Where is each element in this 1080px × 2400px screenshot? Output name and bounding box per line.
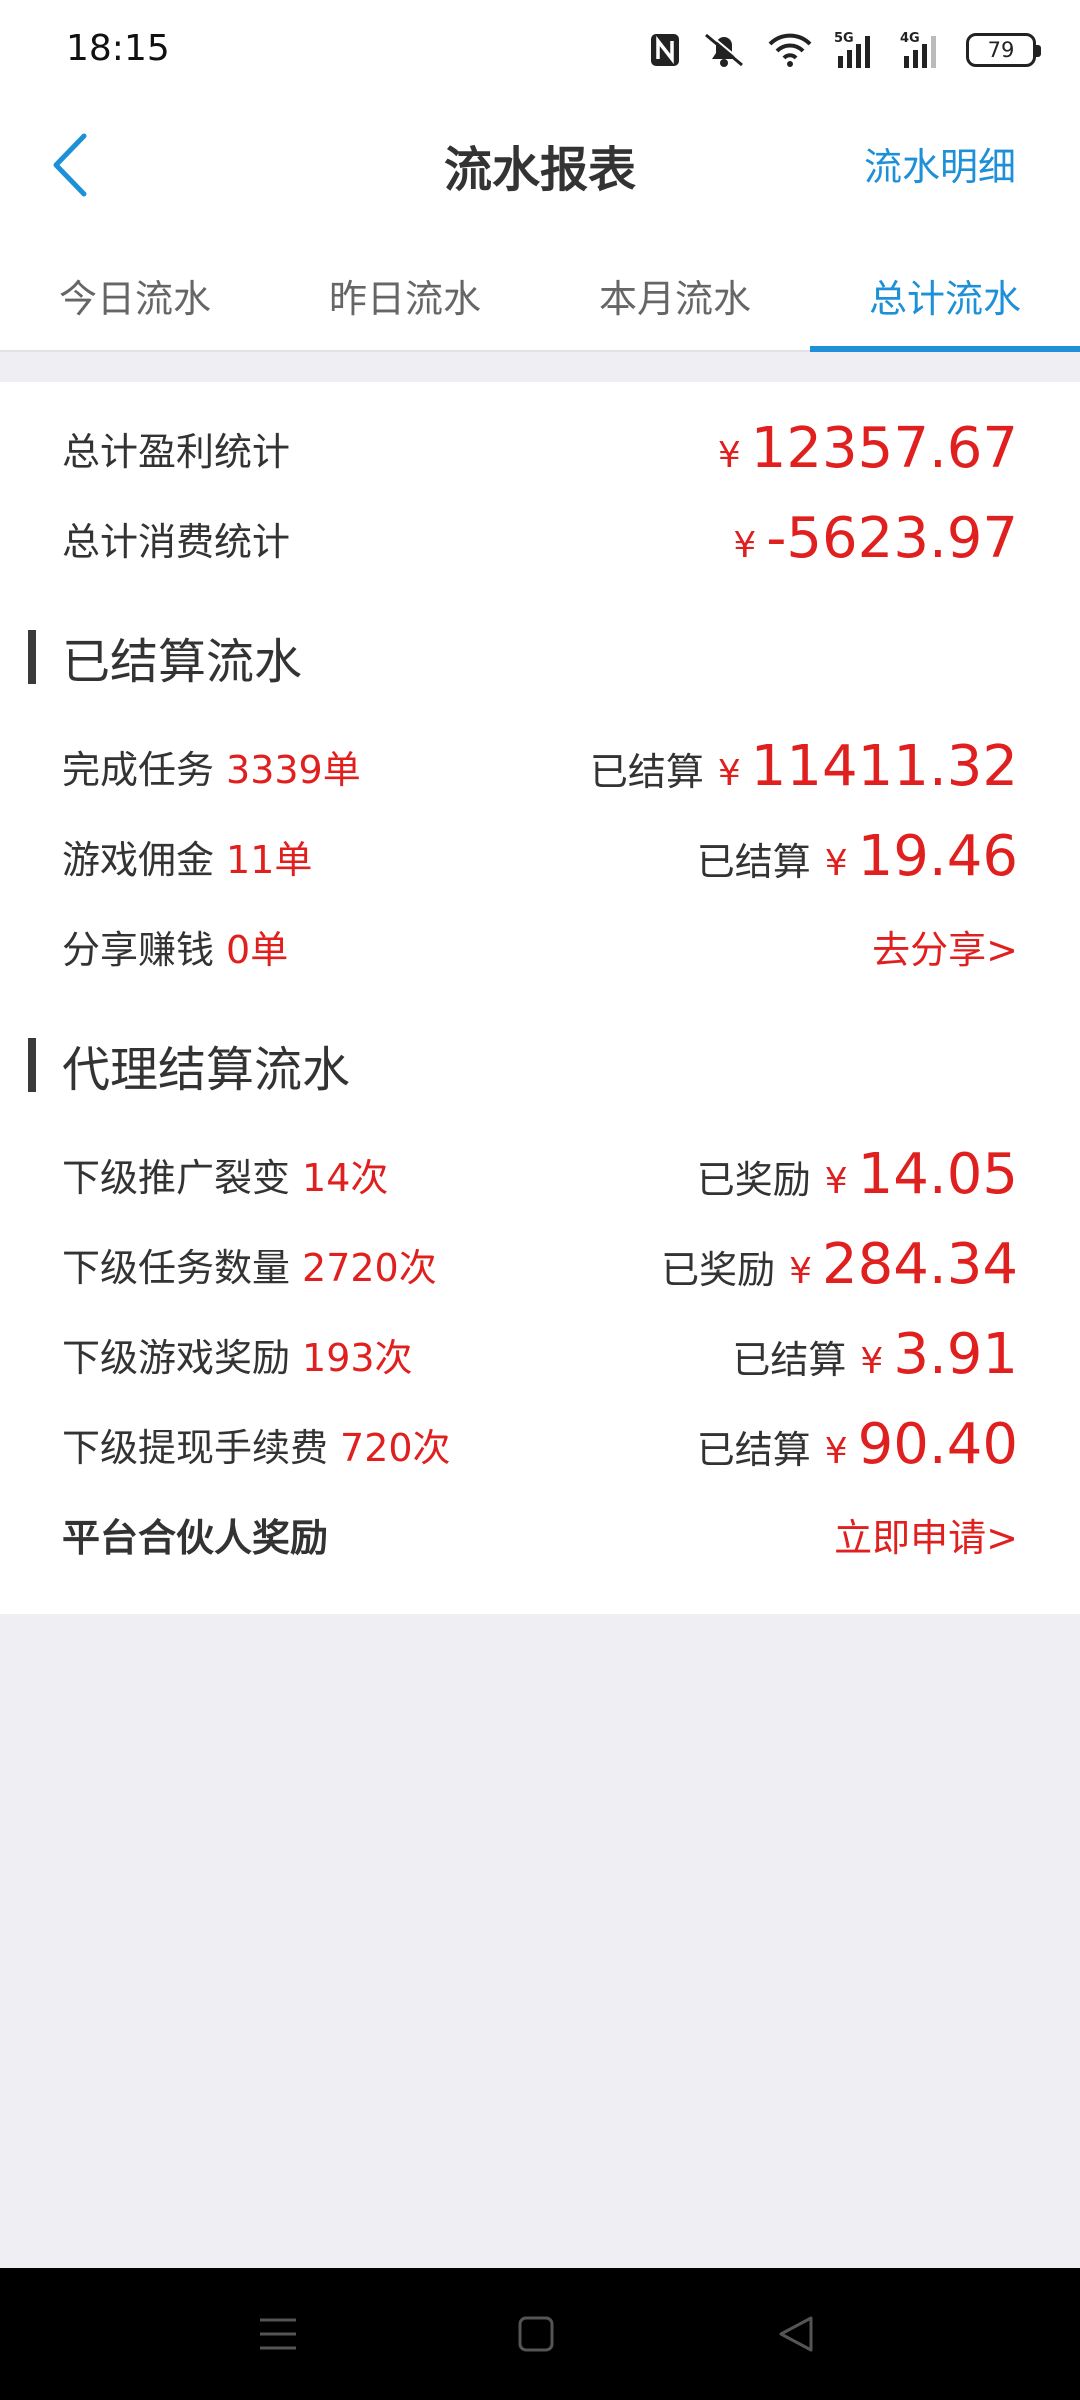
row-count: 14次 [302, 1155, 389, 1200]
row-status: 已结算 [589, 749, 704, 794]
list-item-sub-tasks: 下级任务数量 2720次 已奖励 ¥ 284.34 [62, 1224, 1018, 1304]
status-icons: 5G 4G 79 [650, 24, 1041, 76]
status-time: 18:15 [66, 28, 170, 69]
row-amount: 14.05 [857, 1141, 1018, 1207]
currency-symbol: ¥ [717, 752, 741, 794]
row-count: 11单 [226, 837, 313, 882]
row-label: 下级提现手续费 [62, 1425, 329, 1470]
row-amount: 19.46 [857, 823, 1018, 889]
list-item-sub-game-reward: 下级游戏奖励 193次 已结算 ¥ 3.91 [62, 1314, 1018, 1394]
row-status: 已奖励 [696, 1157, 811, 1202]
signal-5g-icon: 5G [834, 30, 878, 70]
row-label: 下级任务数量 [62, 1245, 291, 1290]
total-consume-value: -5623.97 [766, 505, 1018, 571]
total-profit-row: 总计盈利统计 ¥ 12357.67 [62, 408, 1018, 488]
nfc-icon [650, 33, 680, 67]
go-share-link[interactable]: 去分享> [872, 919, 1018, 974]
row-amount: 11411.32 [750, 733, 1018, 799]
header: 流水报表 流水明细 [0, 100, 1080, 230]
list-item-sub-withdraw-fee: 下级提现手续费 720次 已结算 ¥ 90.40 [62, 1404, 1018, 1484]
recent-apps-button[interactable] [248, 2304, 308, 2364]
system-back-button[interactable] [766, 2304, 826, 2364]
report-card: 总计盈利统计 ¥ 12357.67 总计消费统计 ¥ -5623.97 已结算流… [0, 382, 1080, 1614]
currency-symbol: ¥ [824, 1160, 848, 1202]
flow-detail-link[interactable]: 流水明细 [864, 136, 1016, 191]
tab-today[interactable]: 今日流水 [0, 230, 270, 350]
silent-bell-icon [702, 31, 746, 69]
row-count: 0单 [226, 927, 289, 972]
row-label: 游戏佣金 [62, 837, 215, 882]
row-count: 720次 [340, 1425, 451, 1470]
menu-icon [260, 2318, 296, 2350]
row-amount: 284.34 [822, 1231, 1018, 1297]
home-button[interactable] [506, 2304, 566, 2364]
back-triangle-icon [779, 2316, 813, 2352]
list-item-complete-task: 完成任务 3339单 已结算 ¥ 11411.32 [62, 726, 1018, 806]
apply-now-link[interactable]: 立即申请> [834, 1507, 1018, 1562]
agent-section-title: 代理结算流水 [28, 1030, 350, 1100]
svg-text:5G: 5G [834, 31, 854, 46]
row-status: 已奖励 [661, 1247, 776, 1292]
row-amount: 90.40 [857, 1411, 1018, 1477]
row-count: 2720次 [302, 1245, 437, 1290]
section-heading: 已结算流水 [62, 634, 303, 690]
currency-symbol: ¥ [824, 1430, 848, 1472]
currency-symbol: ¥ [733, 524, 757, 566]
total-profit-label: 总计盈利统计 [62, 429, 291, 474]
currency-symbol: ¥ [824, 842, 848, 884]
tab-bar: 今日流水 昨日流水 本月流水 总计流水 [0, 230, 1080, 352]
settled-section-title: 已结算流水 [28, 622, 302, 692]
total-consume-row: 总计消费统计 ¥ -5623.97 [62, 498, 1018, 578]
currency-symbol: ¥ [860, 1340, 884, 1382]
battery-level: 79 [987, 38, 1015, 62]
row-status: 已结算 [696, 839, 811, 884]
home-square-icon [518, 2316, 554, 2352]
currency-symbol: ¥ [789, 1250, 813, 1292]
row-status: 已结算 [696, 1427, 811, 1472]
tab-yesterday[interactable]: 昨日流水 [270, 230, 540, 350]
tab-month[interactable]: 本月流水 [540, 230, 810, 350]
section-marker [28, 1038, 36, 1092]
total-profit-value: 12357.67 [750, 415, 1018, 481]
row-status: 已结算 [732, 1337, 847, 1382]
svg-text:4G: 4G [900, 31, 920, 46]
list-item-share-earn: 分享赚钱 0单 去分享> [62, 906, 1018, 986]
row-label: 平台合伙人奖励 [62, 1515, 329, 1560]
row-label: 下级游戏奖励 [62, 1335, 291, 1380]
list-item-game-commission: 游戏佣金 11单 已结算 ¥ 19.46 [62, 816, 1018, 896]
battery-icon: 79 [966, 33, 1041, 67]
wifi-icon [768, 33, 812, 67]
row-label: 下级推广裂变 [62, 1155, 291, 1200]
total-consume-label: 总计消费统计 [62, 519, 291, 564]
row-label: 完成任务 [62, 747, 215, 792]
tab-total[interactable]: 总计流水 [810, 230, 1080, 352]
system-nav-bar [0, 2268, 1080, 2400]
currency-symbol: ¥ [717, 434, 741, 476]
status-bar: 18:15 5G 4G 79 [0, 0, 1080, 100]
list-item-referral: 下级推广裂变 14次 已奖励 ¥ 14.05 [62, 1134, 1018, 1214]
section-marker [28, 630, 36, 684]
row-count: 3339单 [226, 747, 361, 792]
signal-4g-icon: 4G [900, 30, 944, 70]
row-label: 分享赚钱 [62, 927, 215, 972]
section-heading: 代理结算流水 [62, 1042, 351, 1098]
row-amount: 3.91 [893, 1321, 1018, 1387]
list-item-partner-reward: 平台合伙人奖励 立即申请> [62, 1494, 1018, 1574]
row-count: 193次 [302, 1335, 413, 1380]
